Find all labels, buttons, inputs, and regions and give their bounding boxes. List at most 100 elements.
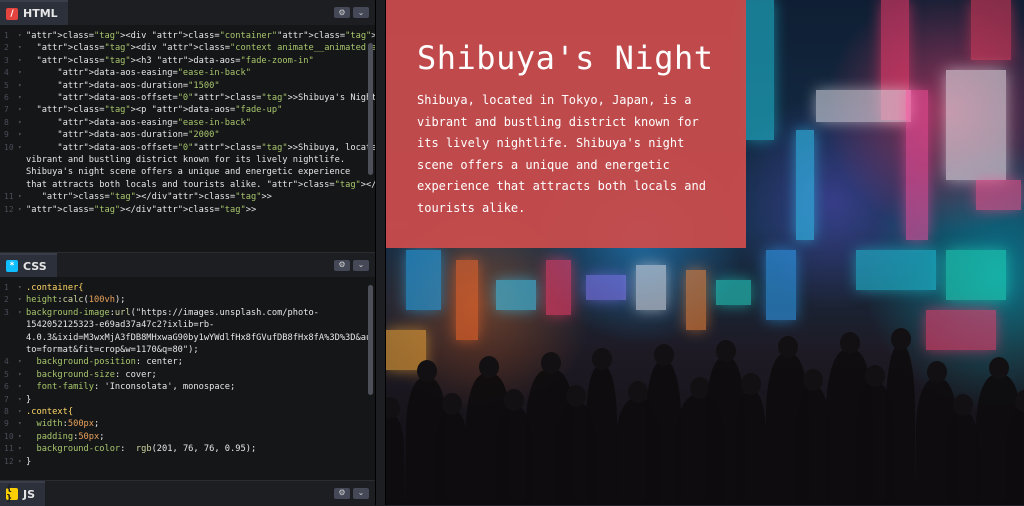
html-code-editor[interactable]: 1▾"attr">class="tag"><div "attr">class="… xyxy=(0,25,375,252)
css-code-line: 2▾height:calc(100vh); xyxy=(0,294,375,306)
fold-icon xyxy=(18,319,26,331)
css-code-line: 4▾ background-position: center; xyxy=(0,356,375,368)
js-icon: { } xyxy=(6,488,18,500)
resize-handle[interactable] xyxy=(375,0,386,505)
css-code-line: 3▾background-image:url("https://images.u… xyxy=(0,307,375,319)
pedestrian xyxy=(436,411,468,505)
code-text: background-size: cover; xyxy=(26,369,157,381)
line-number: 2 xyxy=(0,294,18,306)
line-number: 1 xyxy=(0,282,18,294)
neon-sign xyxy=(926,310,996,350)
neon-sign xyxy=(906,90,928,240)
fold-icon xyxy=(18,166,26,178)
codepen-app: / HTML ⚙ ⌄ 1▾"attr">class="tag"><div "at… xyxy=(0,0,1024,505)
pedestrian-head xyxy=(386,397,400,419)
chevron-down-icon[interactable]: ⌄ xyxy=(353,488,369,499)
pedestrian-head xyxy=(778,336,798,358)
html-code-line: 11▾ "attr">class="tag"></div"attr">class… xyxy=(0,191,375,203)
code-text: "attr">data-aos-offset="0""attr">class="… xyxy=(26,92,375,104)
pedestrian-head xyxy=(479,356,499,378)
html-panel-controls: ⚙ ⌄ xyxy=(334,7,375,18)
chevron-down-icon[interactable]: ⌄ xyxy=(353,7,369,18)
code-text: Shibuya's night scene offers a unique an… xyxy=(26,166,350,178)
fold-icon: ▾ xyxy=(18,55,26,67)
fold-icon xyxy=(18,332,26,344)
css-code-line: 6▾ font-family: 'Inconsolata', monospace… xyxy=(0,381,375,393)
pedestrian-head xyxy=(741,373,761,395)
pedestrian-head xyxy=(566,385,586,407)
fold-icon: ▾ xyxy=(18,92,26,104)
line-number xyxy=(0,332,18,344)
fold-icon: ▾ xyxy=(18,456,26,468)
chevron-down-icon[interactable]: ⌄ xyxy=(353,260,369,271)
line-number: 4 xyxy=(0,67,18,79)
pedestrian xyxy=(946,412,979,505)
html-code-line: 12▾"attr">class="tag"></div"attr">class=… xyxy=(0,204,375,216)
neon-sign xyxy=(946,70,1006,180)
gear-icon[interactable]: ⚙ xyxy=(334,7,350,18)
neon-sign xyxy=(686,270,706,330)
css-tab-label: CSS xyxy=(23,260,47,273)
preview-description: Shibuya, located in Tokyo, Japan, is a v… xyxy=(417,90,717,219)
css-panel: * CSS ⚙ ⌄ 1▾.container{2▾height:calc(100… xyxy=(0,252,375,480)
code-text: "attr">class="tag"><p "attr">data-aos="f… xyxy=(26,104,282,116)
html-panel: / HTML ⚙ ⌄ 1▾"attr">class="tag"><div "at… xyxy=(0,0,375,252)
neon-sign xyxy=(586,275,626,300)
line-number: 3 xyxy=(0,307,18,319)
code-text: vibrant and bustling district known for … xyxy=(26,154,345,166)
gear-icon[interactable]: ⚙ xyxy=(334,260,350,271)
line-number: 9 xyxy=(0,418,18,430)
fold-icon: ▾ xyxy=(18,381,26,393)
fold-icon: ▾ xyxy=(18,67,26,79)
pedestrian-head xyxy=(654,344,674,366)
fold-icon: ▾ xyxy=(18,307,26,319)
neon-sign xyxy=(636,265,666,310)
line-number xyxy=(0,319,18,331)
code-text: "attr">class="tag"></div"attr">class="ta… xyxy=(26,204,256,216)
html-code-line: vibrant and bustling district known for … xyxy=(0,154,375,166)
html-scrollbar[interactable] xyxy=(368,43,373,175)
fold-icon xyxy=(18,179,26,191)
css-code-line: 10▾ padding:50px; xyxy=(0,431,375,443)
line-number: 7 xyxy=(0,394,18,406)
css-panel-header: * CSS ⚙ ⌄ xyxy=(0,252,375,277)
fold-icon xyxy=(18,154,26,166)
css-tab[interactable]: * CSS xyxy=(0,253,57,278)
pedestrian-head xyxy=(927,361,947,383)
html-panel-header: / HTML ⚙ ⌄ xyxy=(0,0,375,25)
line-number: 11 xyxy=(0,443,18,455)
css-code-line: 11▾ background-color: rgb(201, 76, 76, 0… xyxy=(0,443,375,455)
css-code-editor[interactable]: 1▾.container{2▾height:calc(100vh);3▾back… xyxy=(0,277,375,480)
html-code-line: that attracts both locals and tourists a… xyxy=(0,179,375,191)
pedestrian xyxy=(386,415,404,505)
pedestrian-head xyxy=(716,340,736,362)
editor-column: / HTML ⚙ ⌄ 1▾"attr">class="tag"><div "at… xyxy=(0,0,375,505)
context-card: Shibuya's Night Shibuya, located in Toky… xyxy=(386,0,746,248)
pedestrian-head xyxy=(628,381,648,403)
neon-sign xyxy=(496,280,536,310)
neon-sign xyxy=(716,280,751,305)
code-text: .context{ xyxy=(26,406,73,418)
code-text: 4.0.3&ixid=M3wxMjA3fDB8MHxwaG90by1wYWdlf… xyxy=(26,332,371,344)
code-text: height:calc(100vh); xyxy=(26,294,125,306)
gear-icon[interactable]: ⚙ xyxy=(334,488,350,499)
fold-icon: ▾ xyxy=(18,369,26,381)
line-number: 2 xyxy=(0,42,18,54)
html-tab[interactable]: / HTML xyxy=(0,0,68,25)
code-text: "attr">data-aos-duration="2000" xyxy=(26,129,220,141)
result-preview: Shibuya's Night Shibuya, located in Toky… xyxy=(386,0,1024,505)
code-text: background-color: rgb(201, 76, 76, 0.95)… xyxy=(26,443,256,455)
code-text: that attracts both locals and tourists a… xyxy=(26,179,375,191)
neon-sign xyxy=(406,250,441,310)
css-code-line: 9▾ width:500px; xyxy=(0,418,375,430)
code-text: width:500px; xyxy=(26,418,99,430)
html-code-line: 5▾ "attr">data-aos-duration="1500" xyxy=(0,80,375,92)
neon-sign xyxy=(976,180,1021,210)
css-scrollbar[interactable] xyxy=(368,285,373,395)
pedestrian-head xyxy=(865,365,885,387)
line-number: 6 xyxy=(0,381,18,393)
fold-icon: ▾ xyxy=(18,129,26,141)
js-tab[interactable]: { } JS xyxy=(0,481,45,506)
code-text: "attr">class="tag"><h3 "attr">data-aos="… xyxy=(26,55,314,67)
line-number: 1 xyxy=(0,30,18,42)
